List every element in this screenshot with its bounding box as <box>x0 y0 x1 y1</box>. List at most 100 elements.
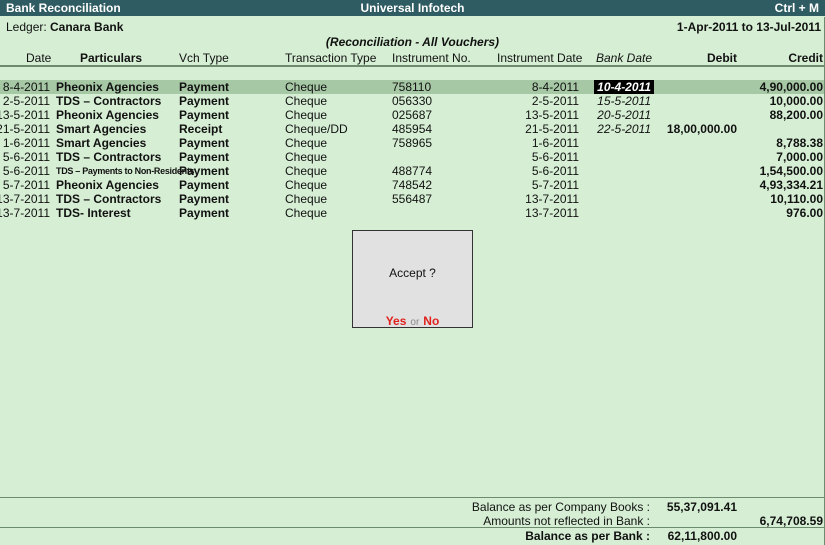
row-instrument-date: 8-4-2011 <box>531 80 579 94</box>
row-vch-type: Payment <box>179 206 230 220</box>
row-instrument-no: 488774 <box>392 164 433 178</box>
row-instrument-date: 21-5-2011 <box>525 122 579 136</box>
row-bank-date[interactable]: 15-5-2011 <box>597 94 651 108</box>
period-range[interactable]: 1-Apr-2011 to 13-Jul-2011 <box>677 20 821 34</box>
row-particulars: TDS – Contractors <box>56 150 162 164</box>
column-header-row: Date Particulars Vch Type Transaction Ty… <box>0 50 825 66</box>
row-instrument-date: 5-6-2011 <box>531 164 579 178</box>
row-particulars: TDS – Payments to Non-Residents <box>56 166 195 176</box>
row-credit: 4,90,000.00 <box>759 80 823 94</box>
row-vch-type: Payment <box>179 94 230 108</box>
row-transaction-type: Cheque <box>285 150 328 164</box>
table-row[interactable]: 13-7-2011 TDS – Contractors Payment Cheq… <box>0 192 825 206</box>
bank-balance-row: Balance as per Bank : 62,11,800.00 <box>0 529 825 543</box>
row-date: 13-7-2011 <box>0 206 50 220</box>
row-instrument-date: 5-6-2011 <box>531 150 579 164</box>
col-particulars: Particulars <box>80 51 143 65</box>
table-row[interactable]: 8-4-2011 Pheonix Agencies Payment Cheque… <box>0 80 825 94</box>
row-transaction-type: Cheque <box>285 164 328 178</box>
company-books-label: Balance as per Company Books : <box>471 500 650 514</box>
report-subtitle: (Reconciliation - All Vouchers) <box>325 35 500 49</box>
table-row[interactable]: 5-7-2011 Pheonix Agencies Payment Cheque… <box>0 178 825 192</box>
row-instrument-date: 1-6-2011 <box>531 136 579 150</box>
col-instrument-date: Instrument Date <box>497 51 583 65</box>
row-credit: 976.00 <box>786 206 823 220</box>
row-particulars: Pheonix Agencies <box>56 80 159 94</box>
footer-divider <box>0 497 825 498</box>
row-instrument-no: 025687 <box>392 108 433 122</box>
row-vch-type: Receipt <box>179 122 223 136</box>
row-transaction-type: Cheque <box>285 80 328 94</box>
title-bar: Universal Infotech Bank Reconciliation C… <box>0 0 825 16</box>
not-reflected-label: Amounts not reflected in Bank : <box>483 514 650 528</box>
ledger-header: Ledger: Canara Bank 1-Apr-2011 to 13-Jul… <box>0 17 825 37</box>
col-credit: Credit <box>788 51 823 65</box>
row-credit: 8,788.38 <box>776 136 823 150</box>
accept-dialog: Accept ? Yes or No <box>352 230 473 328</box>
row-vch-type: Payment <box>179 150 230 164</box>
row-particulars: Pheonix Agencies <box>56 178 159 192</box>
row-transaction-type: Cheque/DD <box>285 122 348 136</box>
row-vch-type: Payment <box>179 192 230 206</box>
table-row[interactable]: 21-5-2011 Smart Agencies Receipt Cheque/… <box>0 122 825 136</box>
row-instrument-no: 758965 <box>392 136 433 150</box>
row-credit: 10,000.00 <box>769 94 823 108</box>
row-instrument-date: 2-5-2011 <box>531 94 579 108</box>
not-reflected-credit: 6,74,708.59 <box>759 514 823 528</box>
row-particulars: TDS- Interest <box>56 206 131 220</box>
row-date: 13-7-2011 <box>0 192 50 206</box>
row-transaction-type: Cheque <box>285 192 328 206</box>
col-date: Date <box>26 51 52 65</box>
table-row[interactable]: 1-6-2011 Smart Agencies Payment Cheque 7… <box>0 136 825 150</box>
screen-title: Bank Reconciliation <box>6 1 121 15</box>
row-instrument-no: 056330 <box>392 94 433 108</box>
row-particulars: Smart Agencies <box>56 136 147 150</box>
row-date: 5-7-2011 <box>2 178 50 192</box>
table-row[interactable]: 13-5-2011 Pheonix Agencies Payment Chequ… <box>0 108 825 122</box>
ledger-label: Ledger: <box>6 20 47 34</box>
row-transaction-type: Cheque <box>285 136 328 150</box>
row-date: 5-6-2011 <box>2 150 50 164</box>
row-particulars: TDS – Contractors <box>56 192 162 206</box>
or-separator: or <box>410 317 420 328</box>
col-bank-date: Bank Date <box>596 51 653 65</box>
row-instrument-date: 13-7-2011 <box>525 192 579 206</box>
table-row[interactable]: 2-5-2011 TDS – Contractors Payment Chequ… <box>0 94 825 108</box>
yes-button[interactable]: Yes <box>386 314 407 328</box>
shortcut-hint[interactable]: Ctrl + M <box>775 1 819 15</box>
col-debit: Debit <box>707 51 737 65</box>
table-row[interactable]: 5-6-2011 TDS – Contractors Payment Chequ… <box>0 150 825 164</box>
row-particulars: Pheonix Agencies <box>56 108 159 122</box>
row-credit: 7,000.00 <box>776 150 823 164</box>
row-instrument-no: 556487 <box>392 192 433 206</box>
row-bank-date[interactable]: 22-5-2011 <box>597 122 651 136</box>
row-credit: 4,93,334.21 <box>759 178 823 192</box>
row-particulars: Smart Agencies <box>56 122 147 136</box>
row-date: 21-5-2011 <box>0 122 50 136</box>
dialog-buttons: Yes or No <box>353 314 472 328</box>
row-credit: 10,110.00 <box>770 192 823 206</box>
row-date: 2-5-2011 <box>2 94 50 108</box>
row-date: 1-6-2011 <box>2 136 50 150</box>
company-name: Universal Infotech <box>360 1 465 15</box>
not-reflected-row: Amounts not reflected in Bank : 6,74,708… <box>0 514 825 528</box>
row-transaction-type: Cheque <box>285 206 328 220</box>
row-vch-type: Payment <box>179 164 230 178</box>
table-row[interactable]: 13-7-2011 TDS- Interest Payment Cheque 1… <box>0 206 825 220</box>
row-transaction-type: Cheque <box>285 178 328 192</box>
row-instrument-no: 758110 <box>392 80 432 94</box>
no-button[interactable]: No <box>423 314 439 328</box>
row-transaction-type: Cheque <box>285 108 328 122</box>
col-transaction-type: Transaction Type <box>285 51 377 65</box>
dialog-question: Accept ? <box>389 266 436 280</box>
bank-date-input[interactable]: 10-4-2011 <box>594 80 654 94</box>
row-date: 8-4-2011 <box>2 80 50 94</box>
table-row[interactable]: 5-6-2011 TDS – Payments to Non-Residents… <box>0 164 825 178</box>
total-divider <box>0 527 825 528</box>
row-instrument-no: 748542 <box>392 178 433 192</box>
row-bank-date[interactable]: 20-5-2011 <box>597 108 651 122</box>
row-vch-type: Payment <box>179 108 230 122</box>
row-credit: 88,200.00 <box>769 108 823 122</box>
bank-balance-debit: 62,11,800.00 <box>667 529 737 543</box>
row-transaction-type: Cheque <box>285 94 328 108</box>
